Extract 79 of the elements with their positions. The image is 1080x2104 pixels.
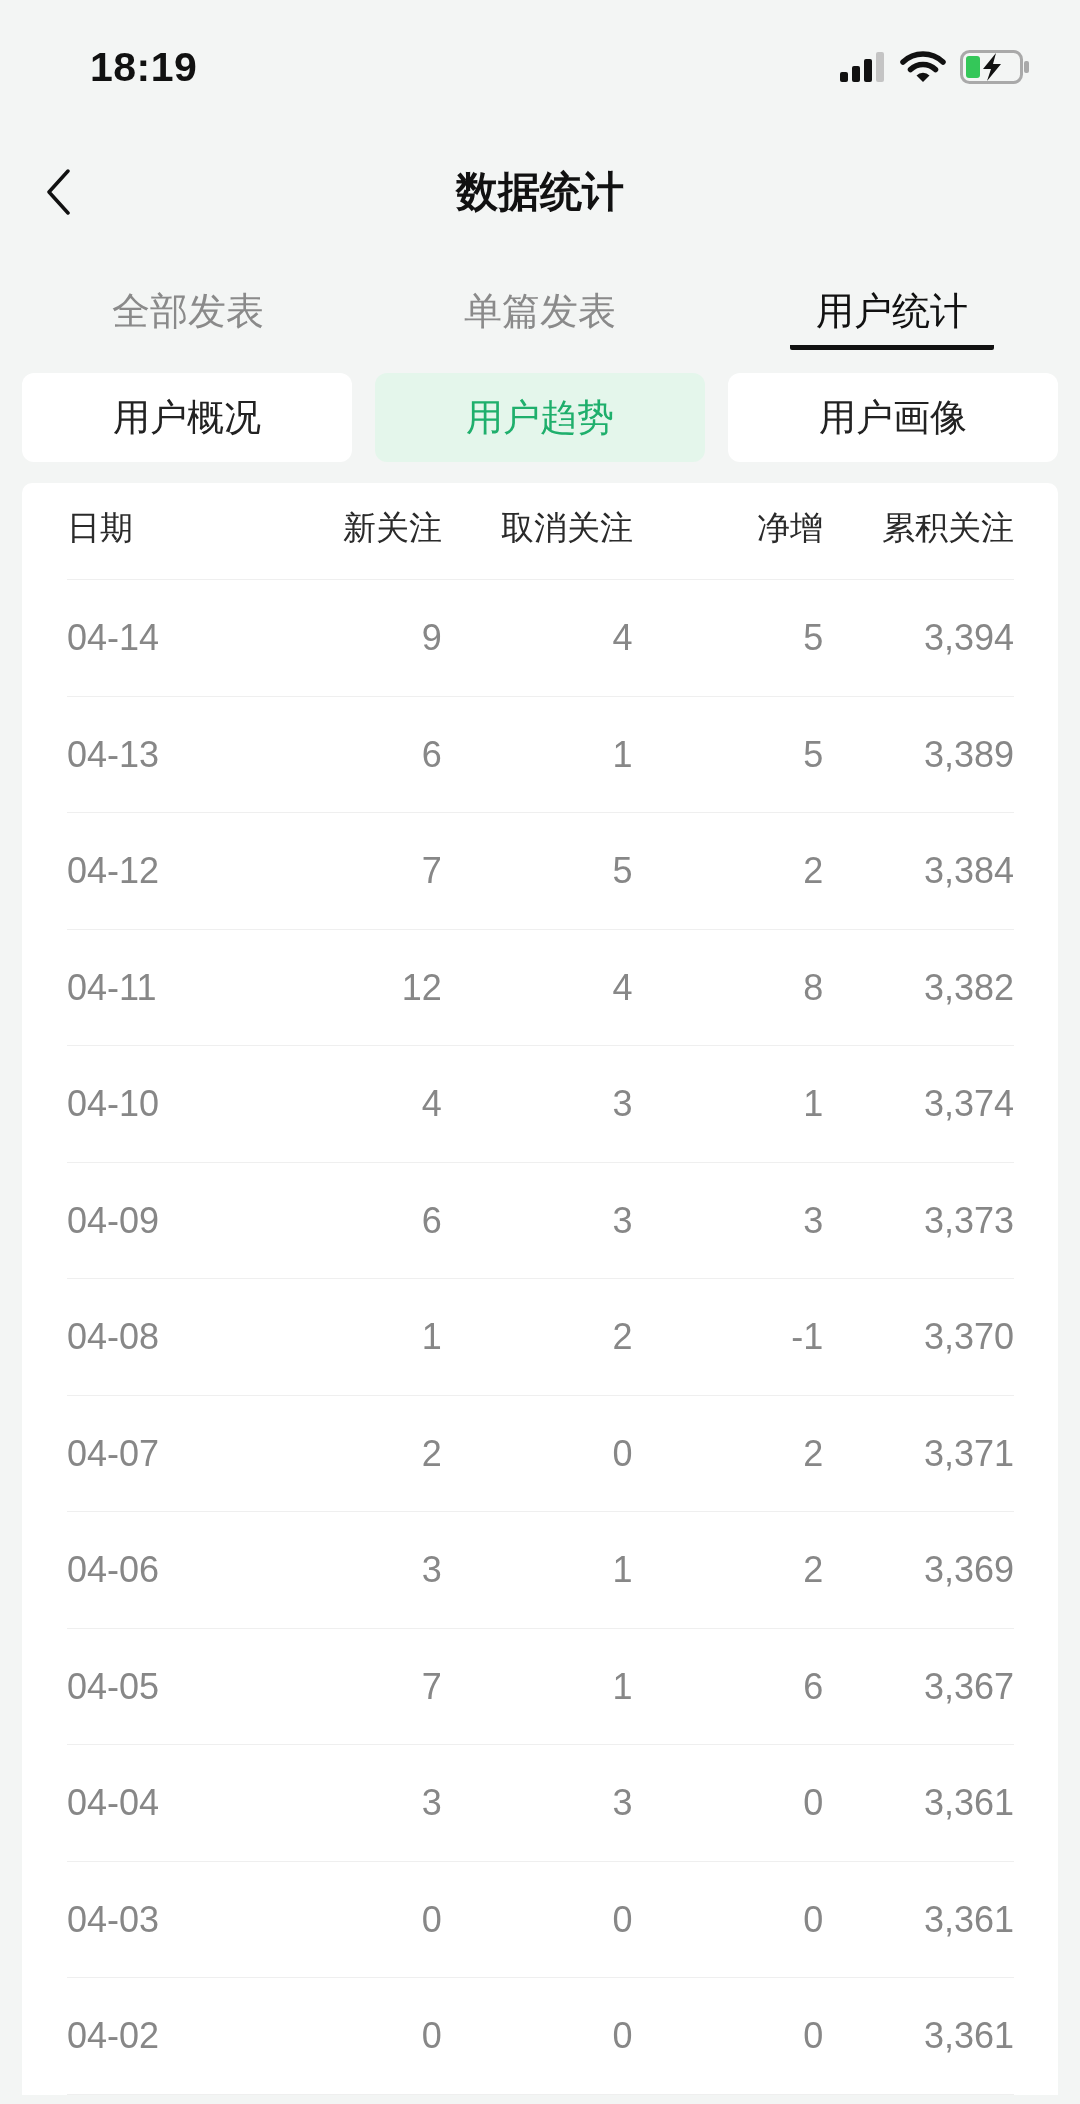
date-cell: 04-03 xyxy=(67,1898,160,1940)
table-cell: 8 xyxy=(803,966,824,1008)
table-cell: 3,371 xyxy=(923,1432,1014,1474)
table-cell: 1 xyxy=(612,733,633,775)
back-icon xyxy=(46,169,70,215)
table-cell: 3 xyxy=(421,1549,442,1591)
table-cell: 3,394 xyxy=(923,617,1014,659)
table-cell: 6 xyxy=(803,1665,824,1707)
column-header: 新关注 xyxy=(342,509,442,547)
status-time: 18:19 xyxy=(90,46,198,88)
tab[interactable]: 用户统计 xyxy=(790,250,994,350)
table-cell: 3,361 xyxy=(923,2015,1014,2057)
table-cell: 3,361 xyxy=(923,1782,1014,1824)
column-header: 日期 xyxy=(67,509,133,547)
table-cell: 2 xyxy=(803,1432,824,1474)
date-cell: 04-10 xyxy=(67,1083,160,1125)
table-cell: 5 xyxy=(612,850,633,892)
segment-tab[interactable]: 用户概况 xyxy=(22,373,352,462)
date-cell: 04-06 xyxy=(67,1549,160,1591)
table-cell: 3,374 xyxy=(923,1083,1014,1125)
segment-tab[interactable]: 用户画像 xyxy=(728,373,1058,462)
table-cell: 3 xyxy=(612,1083,633,1125)
table-cell: 0 xyxy=(803,1782,824,1824)
table-cell: 0 xyxy=(803,2015,824,2057)
date-cell: 04-07 xyxy=(67,1432,160,1474)
table-cell: 5 xyxy=(803,617,824,659)
table-cell: 4 xyxy=(421,1083,442,1125)
table-cell: -1 xyxy=(791,1316,824,1358)
table-cell: 2 xyxy=(803,850,824,892)
table-cell: 3,361 xyxy=(923,1898,1014,1940)
table-cell: 0 xyxy=(612,2015,633,2057)
table-cell: 1 xyxy=(612,1665,633,1707)
signal-icon xyxy=(840,52,886,82)
table-cell: 3 xyxy=(803,1199,824,1241)
table-cell: 0 xyxy=(421,2015,442,2057)
table-cell: 7 xyxy=(421,1665,442,1707)
table-cell: 9 xyxy=(421,617,442,659)
table-cell: 6 xyxy=(421,733,442,775)
table-cell: 3,369 xyxy=(923,1549,1014,1591)
date-cell: 04-08 xyxy=(67,1316,160,1358)
date-cell: 04-13 xyxy=(67,733,160,775)
date-cell: 04-05 xyxy=(67,1665,160,1707)
table-cell: 0 xyxy=(803,1898,824,1940)
date-cell: 04-12 xyxy=(67,850,160,892)
table-cell: 0 xyxy=(612,1432,633,1474)
date-cell: 04-09 xyxy=(67,1199,160,1241)
table-cell: 1 xyxy=(421,1316,442,1358)
date-cell: 04-02 xyxy=(67,2015,160,2057)
table-cell: 0 xyxy=(421,1898,442,1940)
table-cell: 3 xyxy=(421,1782,442,1824)
table-cell: 3 xyxy=(612,1199,633,1241)
column-header: 净增 xyxy=(757,509,824,547)
table-cell: 2 xyxy=(421,1432,442,1474)
table-cell: 3,382 xyxy=(923,966,1014,1008)
wifi-icon xyxy=(900,51,946,83)
table-cell: 12 xyxy=(401,966,442,1008)
table-cell: 3,367 xyxy=(923,1665,1014,1707)
table-cell: 3 xyxy=(612,1782,633,1824)
column-header: 累积关注 xyxy=(882,509,1014,547)
table-cell: 4 xyxy=(612,617,633,659)
table-cell: 2 xyxy=(612,1316,633,1358)
page-title: 数据统计 xyxy=(456,171,624,213)
date-cell: 04-04 xyxy=(67,1782,160,1824)
table-cell: 1 xyxy=(612,1549,633,1591)
date-cell: 04-14 xyxy=(67,617,160,659)
table-cell: 3,389 xyxy=(923,733,1014,775)
table-cell: 1 xyxy=(803,1083,824,1125)
date-cell: 04-11 xyxy=(67,966,157,1008)
table-cell: 7 xyxy=(421,850,442,892)
table-cell: 2 xyxy=(803,1549,824,1591)
table-cell: 6 xyxy=(421,1199,442,1241)
battery-icon xyxy=(960,50,1030,84)
table-cell: 3,384 xyxy=(923,850,1014,892)
table-cell: 3,373 xyxy=(923,1199,1014,1241)
column-header: 取消关注 xyxy=(500,509,633,547)
table-cell: 3,370 xyxy=(923,1316,1014,1358)
table-cell: 0 xyxy=(612,1898,633,1940)
table-cell: 4 xyxy=(612,966,633,1008)
table-cell: 5 xyxy=(803,733,824,775)
